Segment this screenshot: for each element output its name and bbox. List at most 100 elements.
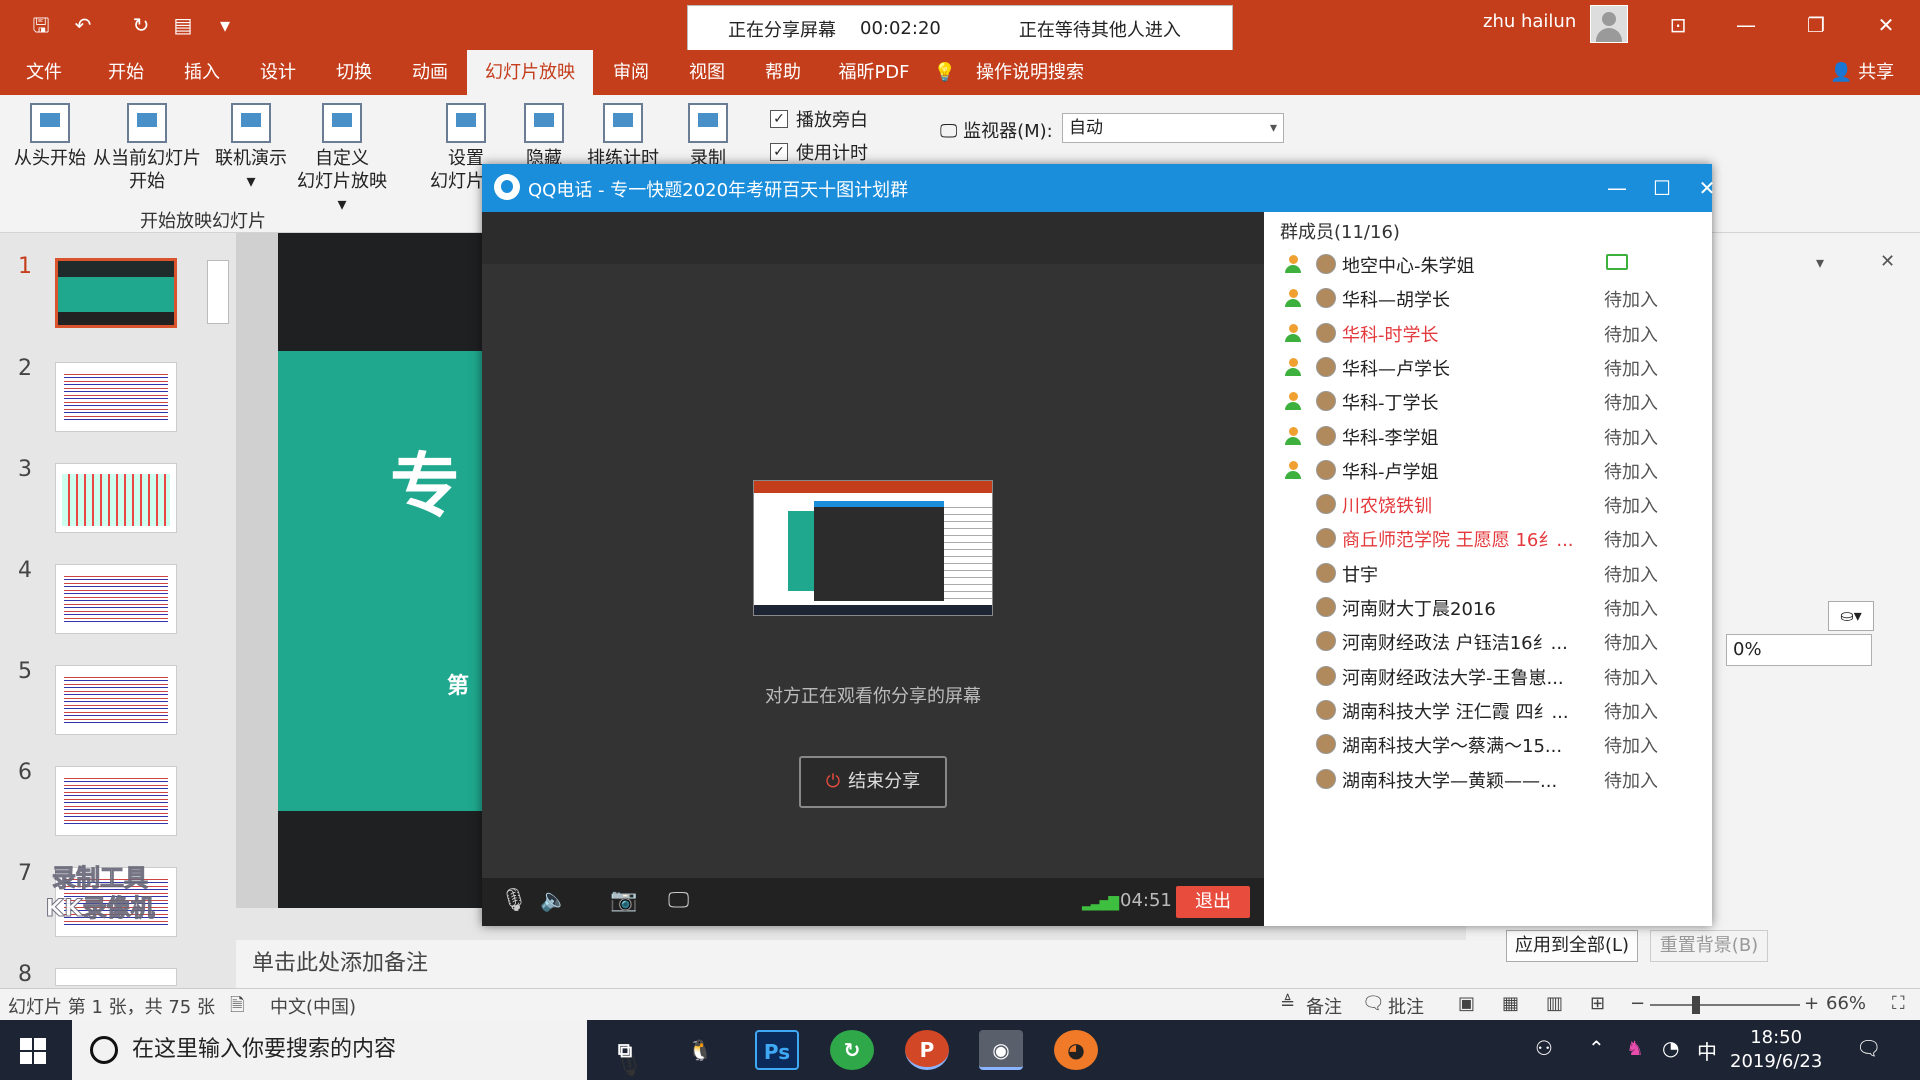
tell-me-search[interactable]: 操作说明搜索 — [960, 50, 1100, 95]
member-row[interactable]: 河南财大丁晨2016 待加入 — [1264, 591, 1712, 625]
member-row[interactable]: 湖南科技大学～蔡满～15... 待加入 — [1264, 728, 1712, 762]
people-icon[interactable]: ⚇ — [1535, 1036, 1553, 1060]
browser-app-icon[interactable]: ↻ — [830, 1030, 874, 1070]
qq-close-icon[interactable]: ✕ — [1692, 173, 1722, 203]
reading-view-icon[interactable]: ▥ — [1546, 993, 1563, 1014]
notification-icon[interactable]: 🗨 — [1856, 1036, 1881, 1060]
hide-slide-button[interactable]: 隐藏 — [512, 103, 576, 170]
slide-thumbnail-8[interactable] — [55, 968, 177, 986]
presentation-icon[interactable]: ▤ — [170, 12, 196, 38]
member-row[interactable]: 湖南科技大学 汪仁霞 四纟... 待加入 — [1264, 694, 1712, 728]
tab-slideshow[interactable]: 幻灯片放映 — [467, 50, 593, 95]
slide-thumbnail-6[interactable] — [55, 766, 177, 836]
reset-background-button[interactable]: 重置背景(B) — [1650, 930, 1768, 962]
member-row[interactable]: 湖南科技大学—黄颖——... 待加入 — [1264, 763, 1712, 797]
member-row[interactable]: 地空中心-朱学姐 — [1264, 248, 1712, 282]
photoshop-app-icon[interactable]: Ps — [755, 1030, 799, 1070]
tab-view[interactable]: 视图 — [669, 50, 745, 95]
spell-check-icon[interactable]: 🗎 — [230, 993, 244, 1023]
zoom-slider-thumb[interactable] — [1692, 996, 1700, 1014]
redo-icon[interactable]: ↻ — [128, 12, 154, 38]
from-start-button[interactable]: 从头开始 — [10, 103, 90, 170]
share-button[interactable]: 👤 共享 — [1830, 50, 1894, 95]
apply-to-all-button[interactable]: 应用到全部(L) — [1506, 930, 1638, 962]
user-name[interactable]: zhu hailun — [1483, 11, 1576, 32]
camera-off-icon[interactable]: 📷 — [610, 888, 637, 913]
tab-home[interactable]: 开始 — [88, 50, 164, 95]
avatar[interactable] — [1590, 5, 1628, 43]
fit-slide-icon[interactable]: ⛶ — [1892, 993, 1905, 1014]
thumbnail-scrollbar[interactable] — [207, 238, 229, 978]
member-row[interactable]: 华科-丁学长 待加入 — [1264, 385, 1712, 419]
pane-options-icon[interactable]: ▾ — [1816, 253, 1824, 272]
member-row[interactable]: 川农饶铁钏 待加入 — [1264, 488, 1712, 522]
powerpoint-app-icon[interactable]: P — [905, 1030, 949, 1070]
slide-thumbnail-1[interactable] — [55, 258, 177, 328]
comments-toggle[interactable]: 批注 — [1388, 993, 1424, 1019]
minimize-icon[interactable]: — — [1726, 8, 1766, 42]
slide-thumbnail-3[interactable] — [55, 463, 177, 533]
from-current-button[interactable]: 从当前幻灯片 开始 — [88, 103, 206, 193]
tab-transitions[interactable]: 切换 — [316, 50, 392, 95]
online-present-button[interactable]: 联机演示 ▾ — [208, 103, 294, 193]
tab-foxit-pdf[interactable]: 福昕PDF — [821, 50, 927, 95]
notes-toggle[interactable]: 备注 — [1306, 993, 1342, 1019]
end-share-button[interactable]: ⏻ 结束分享 — [799, 756, 947, 808]
comment-icon[interactable]: 🗨 — [1362, 993, 1385, 1014]
task-view-icon[interactable]: ⧉ — [603, 1030, 647, 1070]
custom-slideshow-button[interactable]: 自定义 幻灯片放映 ▾ — [290, 103, 394, 216]
screen-share-icon[interactable]: 🖵 — [668, 888, 689, 913]
rehearse-timings-button[interactable]: 排练计时 — [580, 103, 666, 170]
tab-animations[interactable]: 动画 — [392, 50, 468, 95]
member-row[interactable]: 甘宇 待加入 — [1264, 557, 1712, 591]
speaker-icon[interactable]: 🔈 — [540, 888, 567, 913]
quit-call-button[interactable]: 退出 — [1176, 886, 1250, 918]
member-row[interactable]: 商丘师范学院 王愿愿 16纟... 待加入 — [1264, 522, 1712, 556]
customize-toolbar-icon[interactable]: ▾ — [212, 12, 238, 38]
microphone-icon[interactable]: 🎙 — [500, 888, 528, 913]
tab-help[interactable]: 帮助 — [745, 50, 821, 95]
tab-design[interactable]: 设计 — [240, 50, 316, 95]
slide-thumbnail-4[interactable] — [55, 564, 177, 634]
member-row[interactable]: 华科-卢学姐 待加入 — [1264, 454, 1712, 488]
member-row[interactable]: 华科-时学长 待加入 — [1264, 317, 1712, 351]
slideshow-view-icon[interactable]: ⊞ — [1590, 993, 1605, 1014]
use-timings-checkbox[interactable]: ✓ 使用计时 — [770, 139, 868, 165]
save-icon[interactable]: 🖫 — [28, 12, 54, 38]
member-row[interactable]: 河南财经政法大学-王鲁崽... 待加入 — [1264, 660, 1712, 694]
slide-thumbnail-2[interactable] — [55, 362, 177, 432]
windows-start-icon[interactable] — [20, 1038, 46, 1064]
recorder-app-icon[interactable]: ◉ — [979, 1030, 1023, 1070]
member-row[interactable]: 河南财经政法 户钰洁16纟... 待加入 — [1264, 625, 1712, 659]
qq-maximize-icon[interactable]: ☐ — [1647, 173, 1677, 203]
ribbon-display-icon[interactable]: ⊡ — [1658, 8, 1698, 42]
ime-indicator[interactable]: 中 — [1697, 1036, 1717, 1065]
tab-review[interactable]: 审阅 — [593, 50, 669, 95]
kk-recorder-app-icon[interactable]: ◕ — [1054, 1030, 1098, 1070]
zoom-slider[interactable] — [1650, 996, 1800, 1014]
normal-view-icon[interactable]: ▣ — [1458, 993, 1475, 1014]
qq-app-icon[interactable]: 🐧 — [678, 1030, 722, 1070]
member-row[interactable]: 华科—卢学长 待加入 — [1264, 351, 1712, 385]
tab-file[interactable]: 文件 — [0, 50, 88, 95]
pane-close-icon[interactable]: ✕ — [1880, 251, 1895, 272]
sorter-view-icon[interactable]: ▦ — [1502, 993, 1519, 1014]
member-row[interactable]: 华科-李学姐 待加入 — [1264, 420, 1712, 454]
zoom-in-icon[interactable]: + — [1804, 993, 1819, 1014]
notes-icon[interactable]: ≜ — [1280, 993, 1295, 1014]
tray-app-icon[interactable]: ♞ — [1626, 1036, 1644, 1060]
qq-minimize-icon[interactable]: — — [1602, 173, 1632, 203]
member-row[interactable]: 华科—胡学长 待加入 — [1264, 282, 1712, 316]
restore-icon[interactable]: ❐ — [1796, 8, 1836, 42]
tab-insert[interactable]: 插入 — [164, 50, 240, 95]
notes-pane[interactable]: 单击此处添加备注 — [236, 940, 1466, 988]
close-icon[interactable]: ✕ — [1866, 8, 1906, 42]
transparency-input[interactable]: 0% — [1726, 634, 1872, 666]
zoom-out-icon[interactable]: − — [1630, 993, 1645, 1014]
network-icon[interactable]: ◔ — [1662, 1036, 1679, 1060]
taskbar-search-box[interactable]: 在这里输入你要搜索的内容 🎙 — [72, 1020, 643, 1080]
language-indicator[interactable]: 中文(中国) — [270, 993, 356, 1019]
record-button[interactable]: 录制 — [676, 103, 740, 170]
taskbar-clock[interactable]: 18:50 2019/6/23 — [1730, 1026, 1822, 1074]
scrollbar-thumb[interactable] — [207, 260, 229, 324]
